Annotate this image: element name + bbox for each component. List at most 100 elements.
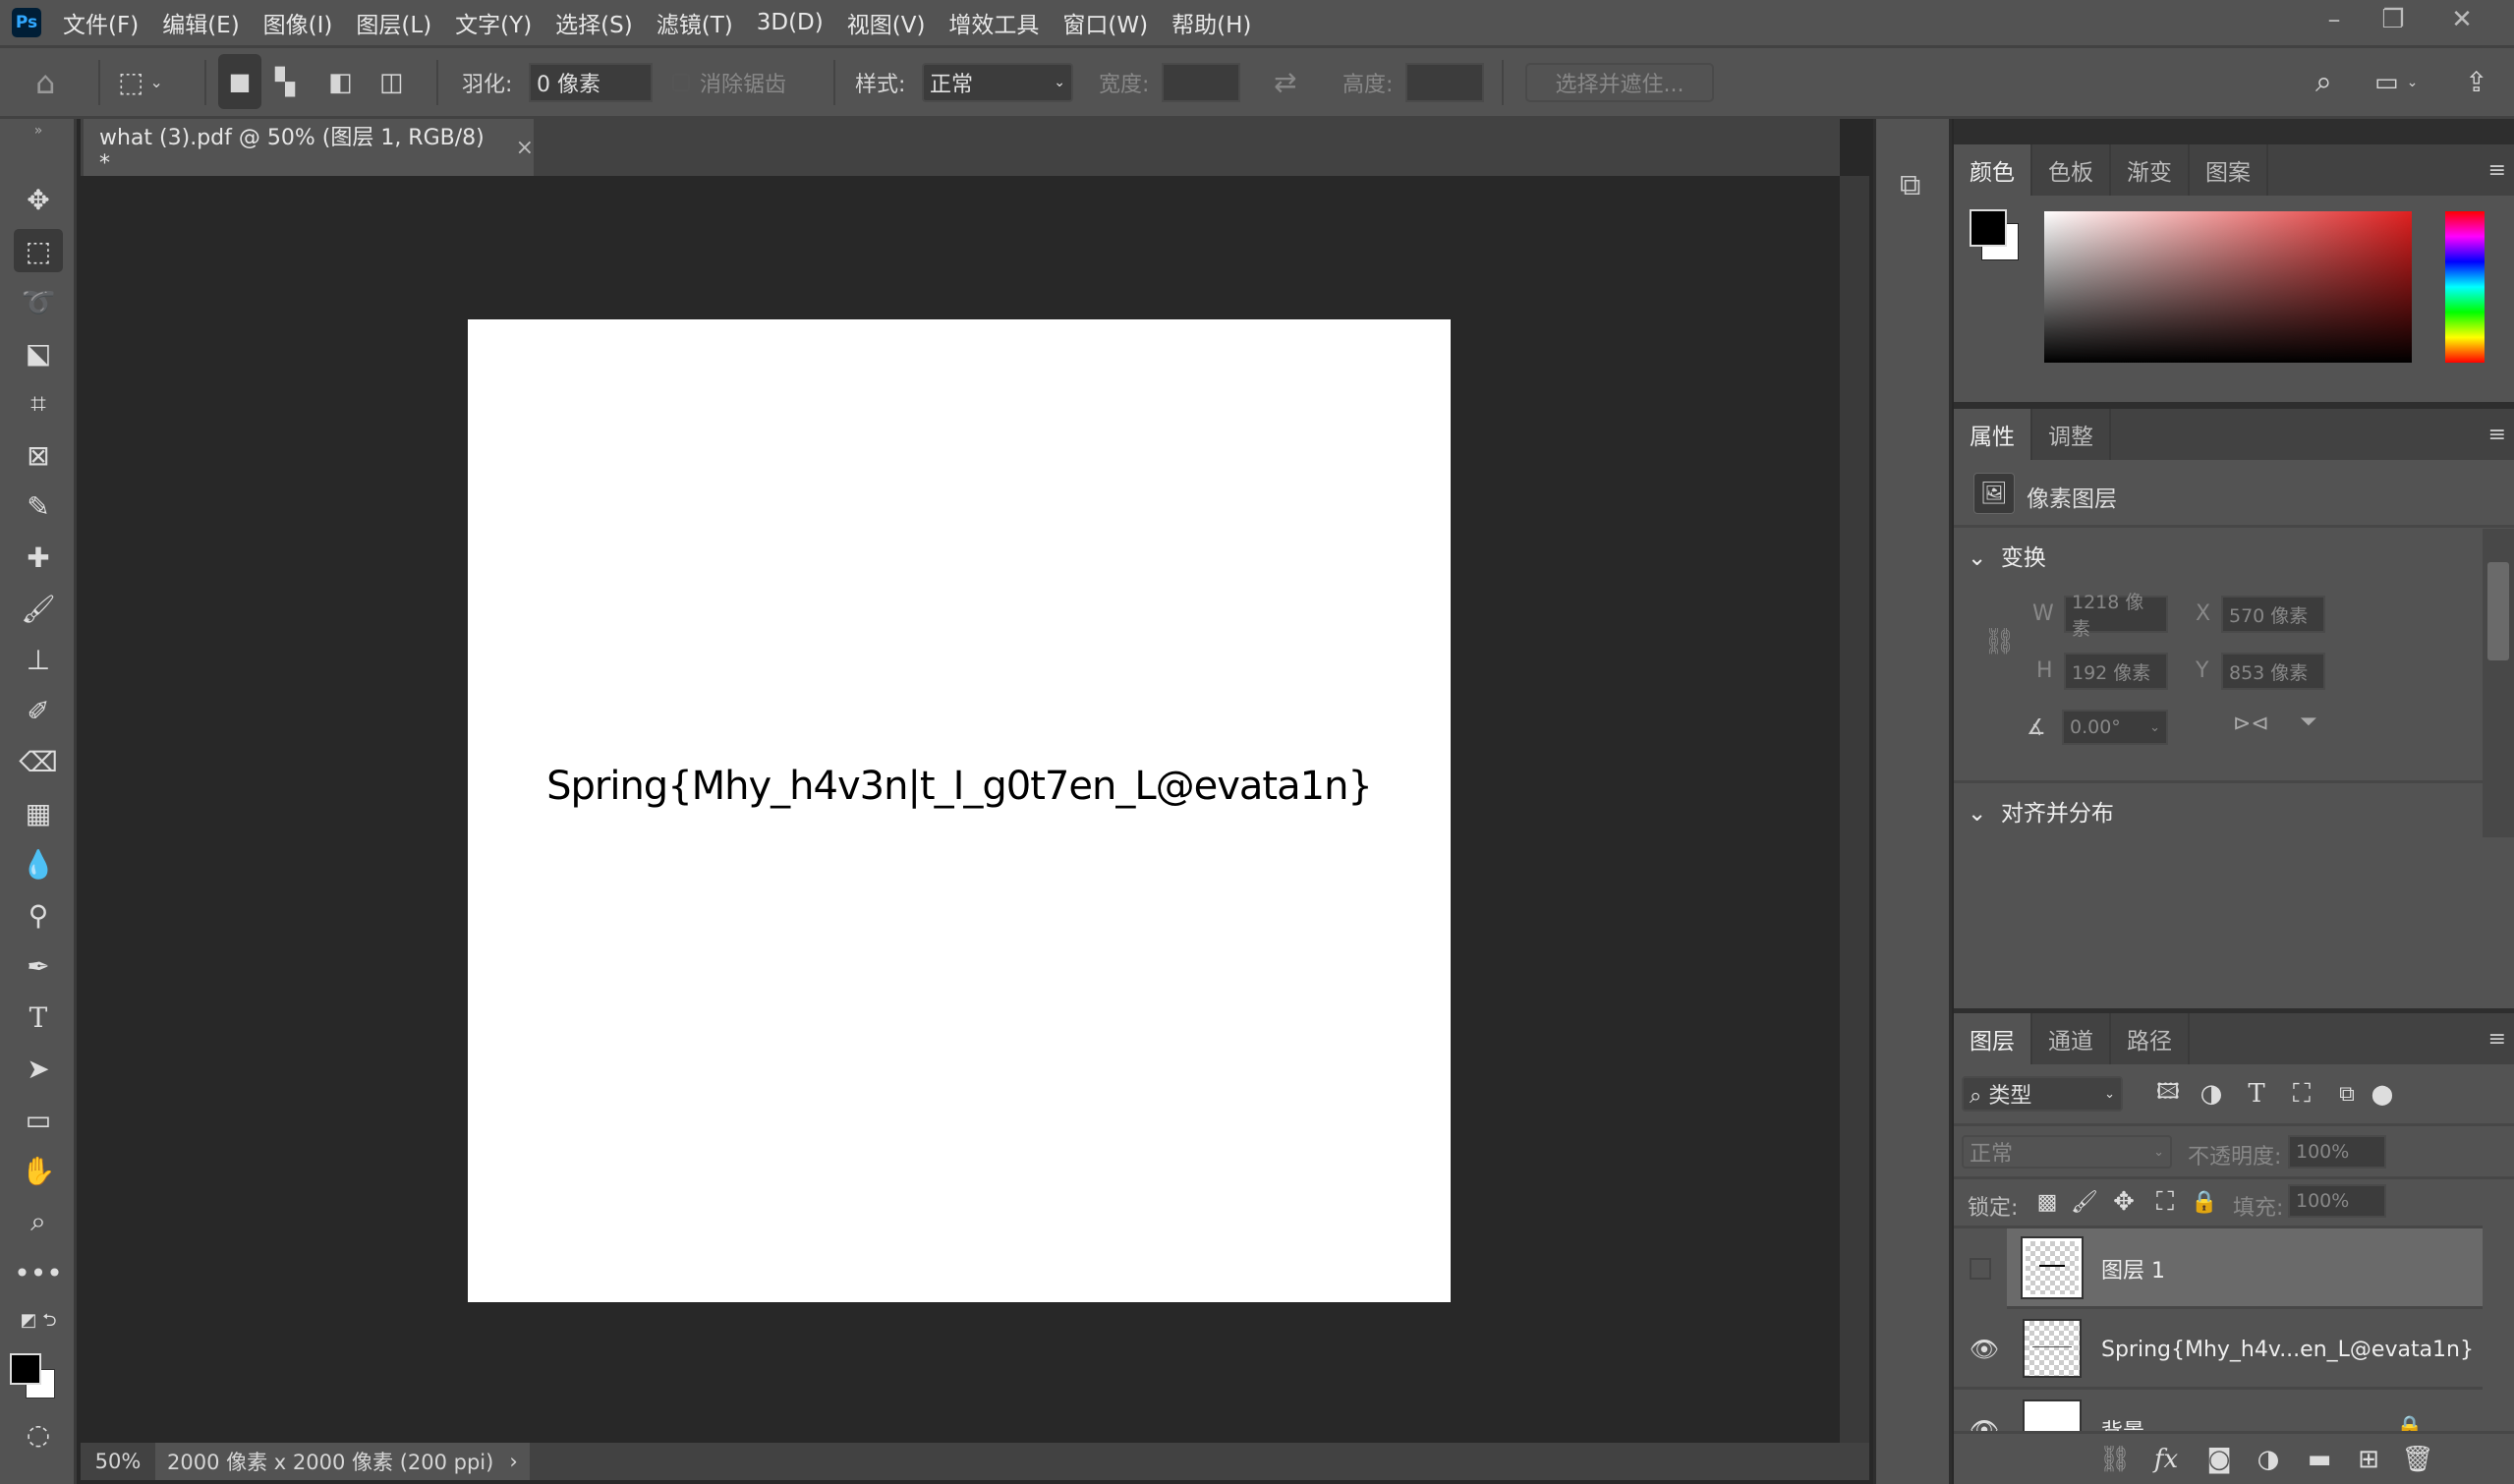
menu-edit[interactable]: 编辑(E)	[162, 6, 239, 39]
eraser-tool-icon[interactable]: ⌫	[14, 740, 63, 783]
fx-icon[interactable]: fx	[2146, 1442, 2186, 1477]
menu-select[interactable]: 选择(S)	[555, 6, 633, 39]
home-icon[interactable]: ⌂	[35, 48, 55, 116]
tab-properties[interactable]: 属性	[1954, 409, 2032, 460]
marquee-preset-icon[interactable]: ⬚ ⌄	[118, 48, 163, 116]
tab-channels[interactable]: 通道	[2032, 1013, 2111, 1064]
y-field[interactable]: 853 像素	[2221, 653, 2325, 690]
transform-section-toggle[interactable]: ⌄ 变换	[1968, 539, 2046, 572]
zoom-tool-icon[interactable]: ⌕	[14, 1200, 63, 1243]
layer-row-text[interactable]: 👁 Spring{Mhy_h4v...en_L@evata1n}	[1954, 1309, 2483, 1390]
properties-scrollbar[interactable]	[2483, 529, 2514, 837]
filter-smart-object-icon[interactable]: ⧉	[2329, 1076, 2365, 1112]
menu-filter[interactable]: 滤镜(T)	[657, 6, 733, 39]
flip-horizontal-icon[interactable]: ⊳⊲	[2233, 712, 2269, 736]
filter-pixel-icon[interactable]: 🖾	[2150, 1076, 2186, 1112]
blur-tool-icon[interactable]: 💧	[14, 842, 63, 885]
search-icon[interactable]: ⌕	[2315, 48, 2332, 116]
menu-type[interactable]: 文字(Y)	[455, 6, 532, 39]
zoom-level[interactable]: 50%	[81, 1450, 155, 1473]
minimize-button[interactable]: –	[2305, 0, 2364, 39]
layer-name[interactable]: 图层 1	[2101, 1228, 2165, 1309]
lock-all-icon[interactable]: 🔒	[2190, 1186, 2219, 1218]
filter-type-icon[interactable]: T	[2239, 1076, 2274, 1112]
foreground-color-swatch[interactable]	[1970, 209, 2007, 247]
lock-image-pixels-icon[interactable]: 🖌	[2070, 1186, 2099, 1218]
quick-mask-icon[interactable]: ◌	[14, 1412, 63, 1455]
rectangular-marquee-tool-icon[interactable]: ⬚	[14, 229, 63, 272]
width-field[interactable]: 1218 像素	[2064, 592, 2168, 640]
share-icon[interactable]: ⇪	[2465, 48, 2487, 116]
pen-tool-icon[interactable]: ✒	[14, 944, 63, 988]
tab-color[interactable]: 颜色	[1954, 144, 2032, 196]
tab-gradients[interactable]: 渐变	[2111, 144, 2190, 196]
subtract-selection-icon[interactable]: ◧	[328, 48, 353, 116]
dodge-tool-icon[interactable]: ⚲	[14, 893, 63, 937]
panel-menu-icon[interactable]: ≡	[2488, 158, 2506, 183]
object-selection-tool-icon[interactable]: ⬕	[14, 331, 63, 374]
height-input[interactable]	[1405, 62, 1484, 102]
menu-image[interactable]: 图像(I)	[263, 6, 333, 39]
type-tool-icon[interactable]: T	[14, 996, 63, 1039]
history-brush-tool-icon[interactable]: ✐	[14, 689, 63, 732]
tab-patterns[interactable]: 图案	[2190, 144, 2268, 196]
tab-paths[interactable]: 路径	[2111, 1013, 2190, 1064]
document-info[interactable]: 2000 像素 x 2000 像素 (200 ppi) ›	[155, 1443, 530, 1480]
menu-view[interactable]: 视图(V)	[847, 6, 926, 39]
healing-brush-tool-icon[interactable]: ✚	[14, 536, 63, 579]
tab-swatches[interactable]: 色板	[2032, 144, 2111, 196]
expand-toolbar-icon[interactable]: »	[14, 121, 63, 141]
new-layer-icon[interactable]: ⊞	[2351, 1442, 2386, 1477]
layer-row-layer-1[interactable]: 图层 1	[1954, 1228, 2483, 1309]
menu-3d[interactable]: 3D(D)	[757, 10, 824, 35]
restore-button[interactable]: ❐	[2364, 0, 2423, 39]
document-canvas[interactable]: Spring{Mhy_h4v3n|t_I_g0t7en_L@evata1n}	[468, 319, 1451, 1302]
antialias-checkbox[interactable]: 消除锯齿	[672, 48, 786, 116]
tab-layers[interactable]: 图层	[1954, 1013, 2032, 1064]
swap-icon[interactable]: ⇄	[1274, 48, 1296, 116]
gradient-tool-icon[interactable]: ▦	[14, 791, 63, 834]
lock-position-icon[interactable]: ✥	[2109, 1186, 2139, 1218]
document-tab[interactable]: what (3).pdf @ 50% (图层 1, RGB/8) * ×	[84, 119, 534, 176]
clone-stamp-tool-icon[interactable]: ⊥	[14, 638, 63, 681]
hand-tool-icon[interactable]: ✋	[14, 1149, 63, 1192]
opacity-input[interactable]: 100%	[2288, 1135, 2386, 1169]
lasso-tool-icon[interactable]: ➰	[14, 280, 63, 323]
style-select[interactable]: 正常 ⌄	[922, 62, 1073, 102]
fill-input[interactable]: 100%	[2288, 1184, 2386, 1218]
angle-field[interactable]: 0.00° ⌄	[2062, 710, 2168, 745]
workspace-icon[interactable]: ▭ ⌄	[2374, 48, 2418, 116]
rectangle-tool-icon[interactable]: ▭	[14, 1098, 63, 1141]
move-tool-icon[interactable]: ✥	[14, 178, 63, 221]
menu-help[interactable]: 帮助(H)	[1171, 6, 1251, 39]
path-selection-tool-icon[interactable]: ➤	[14, 1047, 63, 1090]
new-group-icon[interactable]: ▬	[2302, 1442, 2337, 1477]
eyedropper-tool-icon[interactable]: ✎	[14, 485, 63, 528]
feather-input[interactable]: 0 像素	[529, 62, 653, 102]
layer-name[interactable]: Spring{Mhy_h4v...en_L@evata1n}	[2101, 1309, 2474, 1390]
menu-layer[interactable]: 图层(L)	[356, 6, 431, 39]
panel-menu-icon[interactable]: ≡	[2488, 423, 2506, 447]
trash-icon[interactable]: 🗑	[2400, 1442, 2435, 1477]
filter-adjustment-icon[interactable]: ◑	[2194, 1076, 2229, 1112]
close-tab-icon[interactable]: ×	[516, 136, 534, 160]
foreground-color-swatch[interactable]	[10, 1353, 41, 1385]
history-panel-icon[interactable]: ⧉	[1900, 168, 1920, 202]
width-input[interactable]	[1162, 62, 1240, 102]
brush-tool-icon[interactable]: 🖌	[14, 587, 63, 630]
intersect-selection-icon[interactable]: ◫	[379, 48, 404, 116]
filter-toggle-icon[interactable]: ⬤	[2371, 1076, 2394, 1112]
new-adjustment-layer-icon[interactable]: ◑	[2251, 1442, 2286, 1477]
add-selection-icon[interactable]: ▚	[275, 48, 295, 116]
hue-slider[interactable]	[2445, 211, 2485, 363]
blend-mode-select[interactable]: 正常 ⌄	[1962, 1135, 2172, 1169]
color-field[interactable]	[2044, 211, 2412, 363]
tab-adjustments[interactable]: 调整	[2032, 409, 2111, 460]
close-window-button[interactable]: ✕	[2432, 0, 2491, 39]
visibility-toggle[interactable]	[1970, 1258, 1991, 1280]
align-section-toggle[interactable]: ⌄ 对齐并分布	[1968, 794, 2114, 828]
new-selection-icon[interactable]: ■	[218, 54, 261, 109]
crop-tool-icon[interactable]: ⌗	[14, 382, 63, 426]
add-mask-icon[interactable]: ◙	[2201, 1442, 2237, 1477]
frame-tool-icon[interactable]: ⊠	[14, 433, 63, 477]
